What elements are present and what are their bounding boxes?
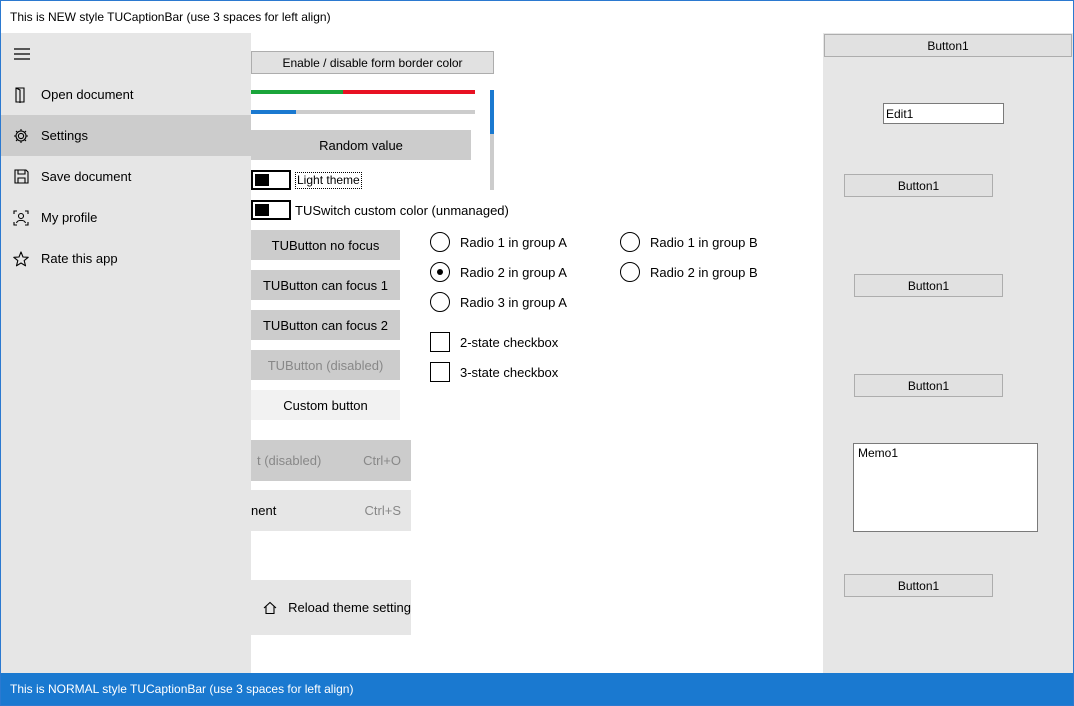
caption-bar: This is NEW style TUCaptionBar (use 3 sp… (1, 1, 1073, 33)
tubutton-disabled: TUButton (disabled) (251, 350, 400, 380)
button1-c[interactable]: Button1 (854, 374, 1003, 397)
radio-2-group-a-label: Radio 2 in group A (460, 265, 567, 280)
custom-button[interactable]: Custom button (251, 390, 400, 420)
right-top-button[interactable]: Button1 (824, 34, 1072, 57)
tubutton-no-focus[interactable]: TUButton no focus (251, 230, 400, 260)
checkbox-2-state[interactable] (430, 332, 450, 352)
light-theme-switch[interactable] (251, 170, 291, 190)
radio-3-group-a[interactable] (430, 292, 450, 312)
custom-color-switch-label: TUSwitch custom color (unmanaged) (295, 203, 509, 218)
checkbox-3-state-label: 3-state checkbox (460, 365, 559, 380)
border-color-button[interactable]: Enable / disable form border color (251, 51, 494, 74)
tubutton-can-focus-2[interactable]: TUButton can focus 2 (251, 310, 400, 340)
button1-a[interactable]: Button1 (844, 174, 993, 197)
random-value-button[interactable]: Random value (251, 130, 471, 160)
radio-1-group-a-label: Radio 1 in group A (460, 235, 567, 250)
drawer-item-rate-app[interactable]: Rate this app (1, 238, 251, 279)
checkbox-3-state[interactable] (430, 362, 450, 382)
home-icon (251, 601, 288, 615)
radio-2-group-a[interactable] (430, 262, 450, 282)
vertical-progress-bar (490, 90, 494, 190)
save-icon (1, 169, 41, 184)
checkbox-2-state-label: 2-state checkbox (460, 335, 559, 350)
radio-1-group-b-label: Radio 1 in group B (650, 235, 758, 250)
memo-field[interactable]: Memo1 (853, 443, 1038, 532)
drawer-item-label: Open document (41, 87, 134, 102)
menu-item-label: t (disabled) (257, 453, 322, 468)
reload-theme-button[interactable]: Reload theme setting (251, 580, 411, 635)
drawer-item-label: Save document (41, 169, 132, 184)
reload-theme-label: Reload theme setting (288, 600, 411, 615)
progress-bar-1-red-fill (342, 90, 475, 94)
drawer-item-label: My profile (41, 210, 98, 225)
drawer-item-my-profile[interactable]: My profile (1, 197, 251, 238)
drawer-item-save-document[interactable]: Save document (1, 156, 251, 197)
menu-item-shortcut: Ctrl+O (363, 453, 401, 468)
progress-bar-1-green-fill (251, 90, 343, 94)
hamburger-menu-icon[interactable] (10, 42, 34, 66)
menu-item-shortcut: Ctrl+S (364, 503, 401, 518)
gear-icon (1, 128, 41, 144)
button1-d[interactable]: Button1 (844, 574, 993, 597)
radio-2-group-b-label: Radio 2 in group B (650, 265, 758, 280)
tubutton-can-focus-1[interactable]: TUButton can focus 1 (251, 270, 400, 300)
radio-1-group-a[interactable] (430, 232, 450, 252)
profile-icon (1, 209, 41, 226)
status-caption-bar: This is NORMAL style TUCaptionBar (use 3… (1, 673, 1073, 705)
button1-b[interactable]: Button1 (854, 274, 1003, 297)
vertical-progress-fill (490, 90, 494, 134)
drawer-item-open-document[interactable]: Open document (1, 74, 251, 115)
light-theme-label: Light theme (295, 172, 362, 189)
drawer-item-settings[interactable]: Settings (1, 115, 251, 156)
progress-bar-2 (251, 110, 475, 114)
drawer-item-label: Rate this app (41, 251, 118, 266)
menu-item-open-disabled: t (disabled) Ctrl+O (251, 440, 411, 481)
radio-2-group-b[interactable] (620, 262, 640, 282)
menu-item-save[interactable]: nent Ctrl+S (251, 490, 411, 531)
radio-3-group-a-label: Radio 3 in group A (460, 295, 567, 310)
progress-bar-2-fill (251, 110, 296, 114)
radio-1-group-b[interactable] (620, 232, 640, 252)
open-document-icon (1, 86, 41, 103)
drawer-item-label: Settings (41, 128, 88, 143)
edit-field[interactable]: Edit1 (883, 103, 1004, 124)
menu-item-label: nent (251, 503, 277, 518)
custom-color-switch[interactable] (251, 200, 291, 220)
progress-bar-1 (251, 90, 475, 94)
star-icon (1, 250, 41, 267)
